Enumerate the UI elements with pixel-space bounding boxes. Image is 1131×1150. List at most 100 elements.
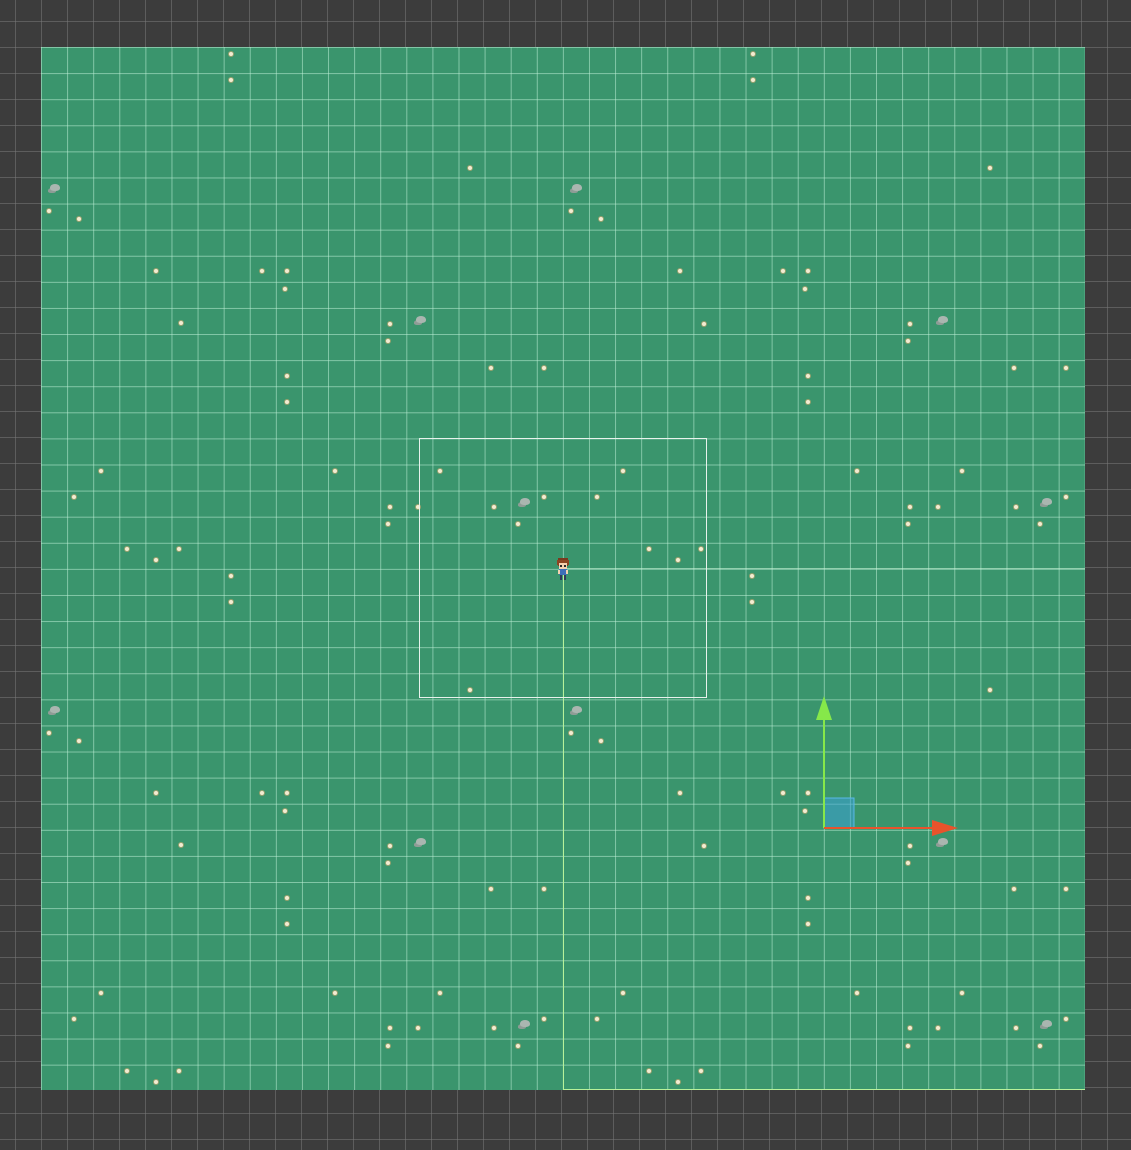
scene-viewport[interactable] <box>0 0 1131 1150</box>
flower-icon <box>468 688 472 692</box>
flower-icon <box>416 505 420 509</box>
flower-icon <box>47 731 51 735</box>
rock-icon <box>50 706 60 713</box>
flower-icon <box>908 844 912 848</box>
flower-icon <box>1038 1044 1042 1048</box>
flower-icon <box>333 991 337 995</box>
flower-icon <box>285 791 289 795</box>
flower-icon <box>960 991 964 995</box>
flower-icon <box>803 287 807 291</box>
origin-horizontal-line <box>563 568 1085 569</box>
flower-icon <box>936 1026 940 1030</box>
rock-icon <box>1042 1020 1052 1027</box>
flower-icon <box>702 322 706 326</box>
flower-icon <box>99 991 103 995</box>
flower-icon <box>676 558 680 562</box>
flower-icon <box>855 991 859 995</box>
flower-icon <box>72 1017 76 1021</box>
flower-icon <box>908 322 912 326</box>
rock-icon <box>50 184 60 191</box>
flower-icon <box>1064 495 1068 499</box>
flower-icon <box>229 52 233 56</box>
flower-icon <box>386 522 390 526</box>
flower-icon <box>47 209 51 213</box>
flower-icon <box>285 400 289 404</box>
flower-icon <box>1012 366 1016 370</box>
flower-icon <box>542 1017 546 1021</box>
flower-icon <box>283 809 287 813</box>
flower-icon <box>179 321 183 325</box>
flower-icon <box>416 1026 420 1030</box>
flower-icon <box>595 1017 599 1021</box>
flower-icon <box>906 339 910 343</box>
flower-icon <box>229 600 233 604</box>
flower-icon <box>751 52 755 56</box>
flower-icon <box>569 731 573 735</box>
flower-icon <box>229 78 233 82</box>
flower-icon <box>492 1026 496 1030</box>
flower-icon <box>702 844 706 848</box>
flower-icon <box>599 217 603 221</box>
flower-icon <box>621 469 625 473</box>
flower-icon <box>647 1069 651 1073</box>
player-sprite-icon[interactable] <box>554 556 572 582</box>
flower-icon <box>676 1080 680 1084</box>
flower-icon <box>489 887 493 891</box>
rock-icon <box>416 838 426 845</box>
flower-icon <box>599 739 603 743</box>
rock-icon <box>938 316 948 323</box>
flower-icon <box>1064 1017 1068 1021</box>
gizmo-xy-plane-handle <box>823 797 855 829</box>
flower-icon <box>806 374 810 378</box>
flower-icon <box>386 861 390 865</box>
flower-icon <box>1014 505 1018 509</box>
flower-icon <box>388 505 392 509</box>
flower-icon <box>906 1044 910 1048</box>
flower-icon <box>516 1044 520 1048</box>
flower-icon <box>803 809 807 813</box>
flower-icon <box>388 844 392 848</box>
flower-icon <box>960 469 964 473</box>
flower-icon <box>388 1026 392 1030</box>
flower-icon <box>177 1069 181 1073</box>
flower-icon <box>492 505 496 509</box>
flower-icon <box>751 78 755 82</box>
rock-icon <box>572 706 582 713</box>
flower-icon <box>154 269 158 273</box>
flower-icon <box>908 1026 912 1030</box>
world-x-axis-line <box>563 1089 1085 1090</box>
flower-icon <box>621 991 625 995</box>
flower-icon <box>77 217 81 221</box>
flower-icon <box>125 1069 129 1073</box>
flower-icon <box>260 269 264 273</box>
flower-icon <box>988 166 992 170</box>
flower-icon <box>99 469 103 473</box>
rock-icon <box>520 1020 530 1027</box>
flower-icon <box>333 469 337 473</box>
flower-icon <box>542 887 546 891</box>
flower-icon <box>285 922 289 926</box>
flower-icon <box>806 400 810 404</box>
flower-icon <box>678 269 682 273</box>
flower-icon <box>386 339 390 343</box>
flower-icon <box>154 558 158 562</box>
move-gizmo-icon[interactable] <box>810 690 970 840</box>
flower-icon <box>542 366 546 370</box>
flower-icon <box>438 991 442 995</box>
gizmo-y-axis-handle <box>816 696 832 720</box>
flower-icon <box>906 522 910 526</box>
flower-icon <box>678 791 682 795</box>
flower-icon <box>229 574 233 578</box>
flower-icon <box>283 287 287 291</box>
flower-icon <box>699 547 703 551</box>
flower-icon <box>516 522 520 526</box>
flower-icon <box>285 374 289 378</box>
rock-icon <box>416 316 426 323</box>
flower-icon <box>285 269 289 273</box>
flower-icon <box>750 574 754 578</box>
flower-icon <box>438 469 442 473</box>
flower-icon <box>781 791 785 795</box>
flower-icon <box>699 1069 703 1073</box>
flower-icon <box>1014 1026 1018 1030</box>
flower-icon <box>489 366 493 370</box>
